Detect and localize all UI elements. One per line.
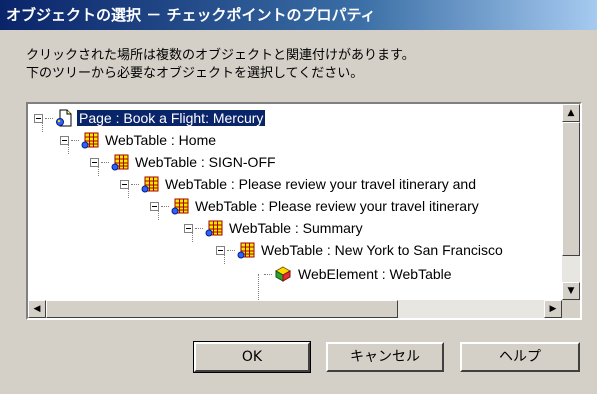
tree-node-label: WebTable : Please review your travel iti… (195, 198, 479, 215)
dialog-title-bar: オブジェクトの選択 － チェックポイントのプロパティ (0, 0, 597, 30)
collapse-icon[interactable] (184, 223, 193, 233)
webelement-icon (274, 265, 292, 283)
instruction-message: クリックされた場所は複数のオブジェクトと関連付けがあります。 下のツリーから必要… (26, 47, 586, 83)
collapse-icon[interactable] (34, 113, 43, 123)
collapse-icon[interactable] (120, 179, 129, 189)
webtable-icon (81, 131, 99, 149)
tree-node-webtable[interactable]: WebTable : Please review your travel iti… (120, 172, 478, 194)
collapse-icon[interactable] (90, 157, 99, 167)
tree-node-label: WebElement : WebTable (298, 266, 452, 283)
tree-node-label: WebTable : Home (105, 132, 217, 149)
tree-node-label: Page : Book a Flight: Mercury (75, 109, 267, 128)
tree-node-webtable[interactable]: WebTable : New York to San Francisco (216, 238, 505, 260)
tree-node-webtable[interactable]: WebTable : SIGN-OFF (90, 150, 278, 172)
scroll-down-button[interactable]: ▼ (562, 282, 580, 300)
object-tree: Page : Book a Flight: Mercury WebTable :… (26, 102, 582, 320)
message-line-1: クリックされた場所は複数のオブジェクトと関連付けがあります。 (26, 48, 415, 63)
webtable-icon (205, 219, 223, 237)
tree-node-label: WebTable : New York to San Francisco (261, 242, 503, 259)
collapse-icon[interactable] (150, 201, 159, 211)
tree-node-webelement[interactable]: WebElement : WebTable (264, 262, 454, 284)
tree-viewport: Page : Book a Flight: Mercury WebTable :… (28, 104, 562, 300)
page-icon (55, 109, 73, 127)
tree-node-webtable[interactable]: WebTable : Home (60, 128, 218, 150)
tree-node-webtable[interactable]: WebTable : Summary (184, 216, 365, 238)
collapse-icon[interactable] (60, 135, 69, 145)
scroll-right-button[interactable]: ▶ (544, 300, 562, 318)
tree-node-label: WebTable : Summary (229, 220, 363, 237)
dialog-title: オブジェクトの選択 － チェックポイントのプロパティ (6, 6, 376, 24)
cancel-button[interactable]: キャンセル (326, 342, 444, 372)
ok-button[interactable]: OK (193, 341, 311, 373)
tree-node-label: WebTable : Please review your travel iti… (165, 176, 477, 193)
scrollbar-corner (562, 300, 580, 318)
horizontal-scroll-thumb[interactable] (46, 300, 398, 318)
vertical-scrollbar[interactable]: ▲ ▼ (562, 104, 580, 300)
webtable-icon (171, 197, 189, 215)
webtable-icon (111, 153, 129, 171)
vertical-scroll-thumb[interactable] (562, 122, 580, 256)
help-button[interactable]: ヘルプ (460, 342, 580, 372)
tree-node-page[interactable]: Page : Book a Flight: Mercury (34, 106, 267, 128)
horizontal-scrollbar[interactable]: ◀ ▶ (28, 300, 562, 318)
scroll-up-button[interactable]: ▲ (562, 104, 580, 122)
message-line-2: 下のツリーから必要なオブジェクトを選択してください。 (26, 66, 364, 81)
tree-node-label: WebTable : SIGN-OFF (135, 154, 276, 171)
scroll-left-button[interactable]: ◀ (28, 300, 46, 318)
collapse-icon[interactable] (216, 245, 225, 255)
tree-node-webtable[interactable]: WebTable : Please review your travel iti… (150, 194, 481, 216)
webtable-icon (237, 241, 255, 259)
webtable-icon (141, 175, 159, 193)
